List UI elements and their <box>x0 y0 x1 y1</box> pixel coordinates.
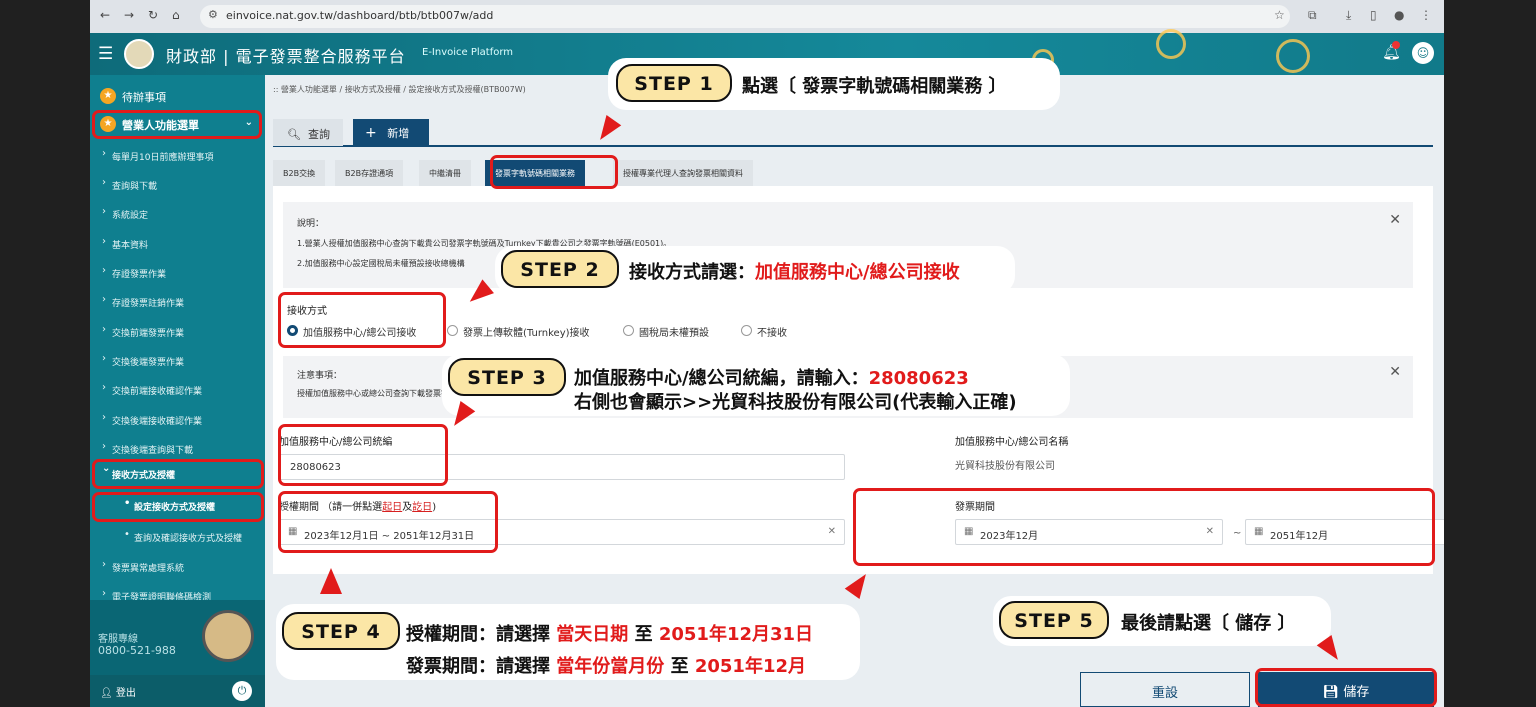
radio-no-receive[interactable]: 不接收 <box>741 324 787 339</box>
highlight-save <box>1255 668 1437 707</box>
step4-line-auth: 授權期間：請選擇 當天日期 至 2051年12月31日 <box>406 624 814 645</box>
forward-icon[interactable]: → <box>124 8 134 22</box>
hamburger-menu-icon[interactable]: ☰ <box>98 44 113 64</box>
star-icon: ★ <box>100 88 116 104</box>
screen: ← → ↻ ⌂ ⚙ einvoice.nat.gov.tw/dashboard/… <box>90 0 1444 707</box>
site-info-icon[interactable]: ⚙ <box>208 8 218 21</box>
sidebar-item-label: 待辦事項 <box>122 91 166 104</box>
logout-icon[interactable]: ⏻ <box>232 681 252 701</box>
search-icon: 🔍︎ <box>287 128 301 141</box>
note-line: 2.加值服務中心設定國稅局未權預設接收總機構 <box>297 259 465 268</box>
sidebar-item[interactable]: 交換後端發票作業 <box>90 349 265 373</box>
clear-icon[interactable]: ✕ <box>828 526 836 537</box>
highlight-receive-auth <box>92 459 264 489</box>
note-title: 注意事項： <box>297 371 343 381</box>
highlight-radio <box>278 292 446 348</box>
reset-button[interactable]: 重設 <box>1080 672 1250 707</box>
action-tabs: 🔍︎ 查詢 + 新增 <box>273 117 1433 147</box>
highlight-taxid <box>278 424 448 486</box>
step2-badge: STEP 2 <box>501 250 619 288</box>
download-icon[interactable]: ⤓ <box>1346 8 1351 23</box>
reload-icon[interactable]: ↻ <box>148 8 158 22</box>
bookmark-star-icon[interactable]: ☆ <box>1274 8 1285 22</box>
sidepanel-icon[interactable]: ▯ <box>1370 8 1377 22</box>
sidebar-item[interactable]: 交換後端查詢與下載 <box>90 437 265 461</box>
step5-badge: STEP 5 <box>999 601 1109 639</box>
sidebar-item[interactable]: 每單月10日前應辦理事項 <box>90 144 265 168</box>
step1-badge: STEP 1 <box>616 64 732 102</box>
app-subtitle: E-Invoice Platform <box>422 47 514 58</box>
url-text: einvoice.nat.gov.tw/dashboard/btb/btb007… <box>226 9 494 22</box>
tab-relay-list[interactable]: 中繼清冊 <box>419 160 471 186</box>
highlight-menu <box>92 110 262 139</box>
tab-b2b-exchange[interactable]: B2B交換 <box>273 160 326 186</box>
highlight-set-receive <box>92 492 264 522</box>
step5-text: 最後請點選〔 儲存 〕 <box>1121 613 1296 634</box>
sidebar-item[interactable]: 查詢與下載 <box>90 173 265 197</box>
sidebar-item[interactable]: 存證發票作業 <box>90 261 265 285</box>
step1-callout: STEP 1 點選〔 發票字軌號碼相關業務 〕 <box>608 58 1060 110</box>
breadcrumb: :: 營業人功能選單 / 接收方式及授權 / 設定接收方式及授權(BTB007W… <box>273 85 526 94</box>
radio-tax-default[interactable]: 國稅局未權預設 <box>623 324 709 339</box>
step3-badge: STEP 3 <box>448 358 566 396</box>
user-avatar-icon[interactable]: ☺ <box>1412 42 1434 64</box>
step3-callout: STEP 3 加值服務中心/總公司統編，請輸入：28080623 右側也會顯示>… <box>442 354 1070 416</box>
support-phone: 0800-521-988 <box>98 644 176 657</box>
support-box: 客服專線 0800-521-988 <box>90 600 265 675</box>
step5-callout: STEP 5 最後請點選〔 儲存 〕 <box>993 596 1331 646</box>
company-name-label: 加值服務中心/總公司名稱 <box>955 437 1069 448</box>
step4-line-invoice: 發票期間：請選擇 當年份當月份 至 2051年12月 <box>406 656 806 677</box>
arrow-icon <box>320 568 342 594</box>
notification-badge <box>1392 41 1400 49</box>
close-icon[interactable]: ✕ <box>1389 364 1401 380</box>
step4-callout: STEP 4 授權期間：請選擇 當天日期 至 2051年12月31日 發票期間：… <box>276 604 860 680</box>
mascot-image <box>202 610 254 662</box>
support-label: 客服專線 <box>98 634 138 645</box>
home-icon[interactable]: ⌂ <box>172 8 180 22</box>
plus-icon: + <box>365 125 377 141</box>
browser-menu-icon[interactable]: ⋮ <box>1420 8 1432 22</box>
add-button[interactable]: + 新增 <box>353 119 429 146</box>
address-bar[interactable]: ⚙ einvoice.nat.gov.tw/dashboard/btb/btb0… <box>200 5 1290 28</box>
step2-callout: STEP 2 接收方式請選：加值服務中心/總公司接收 <box>495 246 1015 294</box>
logout-bar[interactable]: 👤︎ 登出 ⏻ <box>90 675 265 707</box>
tab-b2b-storage[interactable]: B2B存證通項 <box>335 160 404 186</box>
sidebar-item[interactable]: 交換後端接收確認作業 <box>90 408 265 432</box>
step3-line1: 加值服務中心/總公司統編，請輸入：28080623 <box>574 368 969 389</box>
sidebar-item[interactable]: 存證發票註銷作業 <box>90 290 265 314</box>
tab-agent-auth[interactable]: 授權專業代理人查詢發票相關資料 <box>613 160 753 186</box>
step2-text: 接收方式請選：加值服務中心/總公司接收 <box>629 262 960 283</box>
extensions-icon[interactable]: ⧉ <box>1308 8 1317 23</box>
sidebar-item[interactable]: 基本資料 <box>90 232 265 256</box>
ministry-logo <box>124 39 154 69</box>
sidebar-item[interactable]: 發票異常處理系統 <box>90 555 265 579</box>
sidebar: ★ 待辦事項 ★ 營業人功能選單 ⌄ 每單月10日前應辦理事項 查詢與下載 系統… <box>90 75 265 707</box>
highlight-tab <box>490 155 618 189</box>
profile-icon[interactable]: ● <box>1394 8 1404 22</box>
app-title: 財政部 | 電子發票整合服務平台 <box>166 47 406 66</box>
step1-text: 點選〔 發票字軌號碼相關業務 〕 <box>742 76 1007 97</box>
step3-line2: 右側也會顯示>>光貿科技股份有限公司(代表輸入正確) <box>574 392 1017 413</box>
radio-turnkey[interactable]: 發票上傳軟體(Turnkey)接收 <box>447 324 590 339</box>
step4-badge: STEP 4 <box>282 612 400 650</box>
browser-toolbar: ← → ↻ ⌂ ⚙ einvoice.nat.gov.tw/dashboard/… <box>90 0 1444 33</box>
sidebar-item[interactable]: 交換前端發票作業 <box>90 320 265 344</box>
sidebar-item[interactable]: 交換前端接收確認作業 <box>90 378 265 402</box>
logout-label: 👤︎ 登出 <box>100 688 136 699</box>
close-icon[interactable]: ✕ <box>1389 212 1401 228</box>
highlight-auth-period <box>278 491 498 553</box>
back-icon[interactable]: ← <box>100 8 110 22</box>
company-name-value: 光貿科技股份有限公司 <box>955 461 1055 472</box>
sidebar-subitem-query-receive[interactable]: 查詢及確認接收方式及授權 <box>90 525 265 549</box>
sidebar-item[interactable]: 系統設定 <box>90 202 265 226</box>
query-button[interactable]: 🔍︎ 查詢 <box>273 119 343 146</box>
sidebar-item-pending[interactable]: ★ 待辦事項 <box>96 84 261 108</box>
note-title: 說明： <box>297 219 325 229</box>
highlight-invoice-period <box>853 488 1435 566</box>
